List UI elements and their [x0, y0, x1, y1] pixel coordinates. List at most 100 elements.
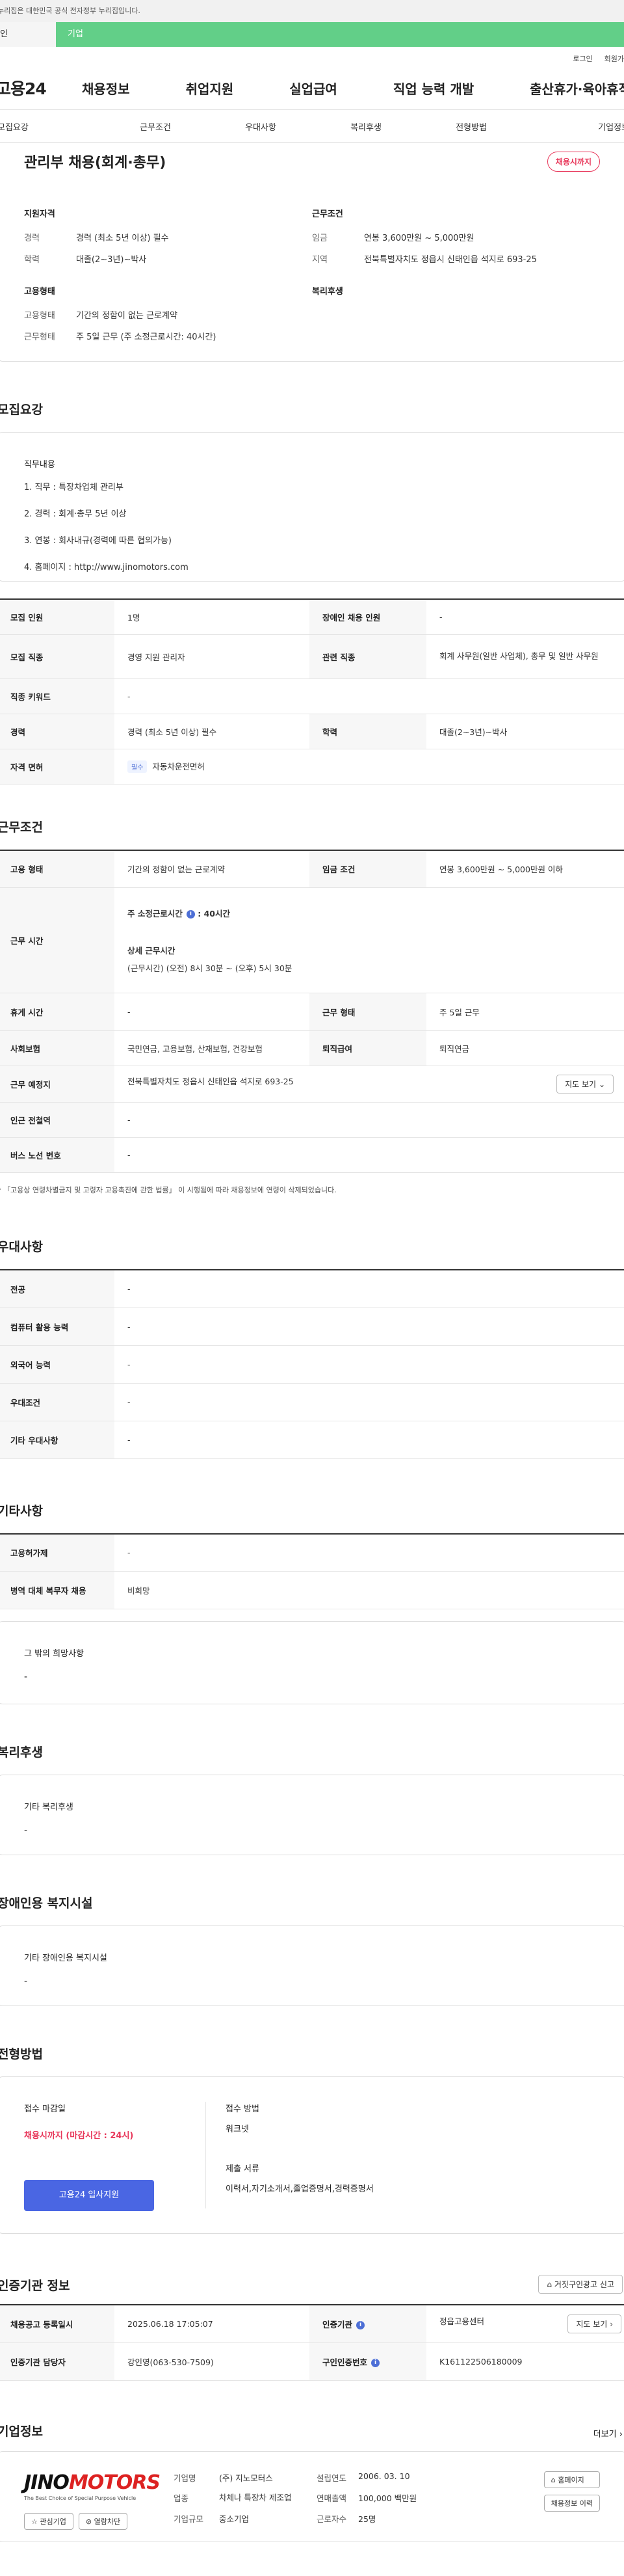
retire-value: 퇴직연금 [426, 1030, 624, 1066]
more-link-label: 더보기 [593, 2429, 617, 2439]
keyword-value: - [114, 678, 624, 714]
logo-text-b: MOTORS [68, 2471, 161, 2494]
tab-company[interactable]: 기업 [56, 22, 624, 47]
disabled-label: 장애인 채용 인원 [309, 598, 426, 635]
pref-cond-value: - [114, 1383, 624, 1421]
gov-banner-text: 누리집은 대한민국 공식 전자정부 누리집입니다. [0, 7, 140, 15]
table-row: 모집 인원 1명 장애인 채용 인원 - [0, 598, 624, 635]
headcount-label: 모집 인원 [0, 598, 114, 635]
map-button[interactable]: 지도 보기 ⌄ [556, 1075, 614, 1093]
hours-detail-value: (근무시간) (오전) 8시 30분 ~ (오후) 5시 30분 [127, 963, 292, 973]
cond-heading: 근무조건 [312, 209, 343, 219]
apply-button[interactable]: 고용24 입사지원 [24, 2180, 154, 2211]
reg-label: 채용공고 등록일시 [0, 2304, 114, 2343]
org-text: 정읍고용센터 [439, 2316, 485, 2326]
company-title: 기업정보 [0, 2424, 43, 2439]
tab-personal[interactable]: 인 [0, 22, 56, 47]
logo-subtitle: The Best Choice of Special Purpose Vehic… [24, 2495, 136, 2501]
chevron-right-icon: › [610, 2319, 613, 2329]
gnb-item-training[interactable]: 직업 능력 개발 [393, 79, 474, 98]
chevron-down-icon: ⌄ [598, 1080, 605, 1089]
station-value: - [114, 1102, 624, 1138]
edu-row-value: 대졸(2~3년)~박사 [426, 714, 624, 749]
job-value: 경영 지원 관리자 [114, 634, 309, 679]
site-logo[interactable]: 고용24 [0, 76, 77, 100]
block-label: 열람차단 [94, 2517, 121, 2526]
info-icon[interactable]: i [186, 910, 195, 919]
logo-text-a: JINO [24, 2471, 70, 2494]
table-row: 고용 형태 기간의 정함이 없는 근로계약 임금 조건 연봉 3,600만원 ~ 5… [0, 849, 624, 888]
deadline-value: 채용시까지 (마감시간 : 24시) [24, 2131, 134, 2141]
info-icon[interactable]: i [356, 2320, 365, 2329]
process-title: 전형방법 [0, 2047, 43, 2061]
industry-value: 차체나 특장차 제조업 [219, 2492, 292, 2502]
form-label: 근무 형태 [309, 993, 426, 1031]
emp-type-row-value: 기간의 정함이 없는 근로계약 [114, 849, 309, 888]
agency-map-label: 지도 보기 [576, 2319, 608, 2329]
report-button-label: 거짓구인광고 신고 [554, 2280, 614, 2289]
license-value: 필수 자동차운전면허 [114, 749, 624, 785]
agency-map-button[interactable]: 지도 보기 › [567, 2314, 621, 2333]
history-button[interactable]: 채용정보 이력 [543, 2494, 600, 2512]
block-button[interactable]: ⊘ 열람차단 [78, 2512, 128, 2530]
license-text: 자동차운전면허 [152, 762, 205, 771]
report-button[interactable]: ⌂ 거짓구인광고 신고 [538, 2275, 623, 2294]
subtab-pref[interactable]: 우대사항 [208, 120, 313, 133]
bus-label: 버스 노선 번호 [0, 1137, 114, 1173]
table-row: 모집 직종 경영 지원 관리자 관련 직종 회계 사무원(일반 사업체), 총무 및… [0, 634, 624, 679]
age-note: * 「고용상 연령차별금지 및 고령자 고용촉진에 관한 법률」 이 시행됨에 … [0, 1186, 337, 1194]
language-value: - [114, 1345, 624, 1384]
more-link[interactable]: 더보기 › [593, 2427, 623, 2439]
gnb-item-benefit[interactable]: 실업급여 [289, 79, 337, 98]
job-label: 모집 직종 [0, 634, 114, 679]
table-row: 병역 대체 복무자 채용 비희망 [0, 1571, 624, 1609]
table-row: 기타 우대사항 - [0, 1421, 624, 1459]
method-value: 워크넷 [226, 2125, 249, 2134]
welfare-box-value: - [24, 1825, 28, 1836]
subtab-process[interactable]: 전형방법 [419, 120, 524, 133]
work-form-label: 근무형태 [24, 332, 55, 342]
recruit-title: 모집요강 [0, 403, 43, 417]
hours-value: 주 소정근로시간 i : 40시간 상세 근무시간 (근무시간) (오전) 8시 … [114, 887, 624, 993]
duty-line: 4. 홈페이지 : http://www.jinomotors.com [24, 563, 188, 572]
subtab-company[interactable]: 기업정보 [524, 120, 624, 133]
cert-num-value: K161122506180009 [426, 2342, 624, 2381]
keyword-label: 직종 키워드 [0, 678, 114, 714]
join-link[interactable]: 회원가 [604, 55, 624, 63]
login-link[interactable]: 로그인 [573, 55, 592, 63]
edu-label: 학력 [24, 255, 40, 265]
computer-label: 컴퓨터 활용 능력 [0, 1308, 114, 1346]
etc-table: 고용허가제 - 병역 대체 복무자 채용 비희망 [0, 1533, 624, 1609]
homepage-button[interactable]: ⌂ 홈페이지 [543, 2471, 600, 2488]
computer-value: - [114, 1308, 624, 1346]
subtab-welfare[interactable]: 복리후생 [313, 120, 419, 133]
subtab-recruit[interactable]: 모집요강 [0, 120, 103, 133]
area-label: 지역 [312, 255, 328, 265]
gnb-item-jobs[interactable]: 채용정보 [82, 79, 130, 98]
section-tabs: 모집요강 근무조건 우대사항 복리후생 전형방법 기업정보 [0, 109, 624, 143]
related-value: 회계 사무원(일반 사업체), 총무 및 일반 사무원 [426, 634, 624, 679]
manager-value: 강인영(063-530-7509) [114, 2342, 309, 2381]
welfare-box: 기타 복리후생 - [0, 1775, 624, 1855]
size-label: 기업규모 [174, 2514, 204, 2524]
job-title: 관리부 채용(회계·총무) [24, 155, 166, 171]
size-value: 중소기업 [219, 2514, 250, 2524]
info-icon[interactable]: i [371, 2358, 380, 2367]
est-label: 설립연도 [317, 2473, 347, 2483]
gnb-item-support[interactable]: 취업지원 [186, 79, 234, 98]
pref-cond-label: 우대조건 [0, 1383, 114, 1421]
org-value: 정읍고용센터 지도 보기 › [426, 2304, 624, 2343]
place-text: 전북특별자치도 정읍시 신태인읍 석지로 693-25 [127, 1077, 294, 1086]
duty-line: 2. 경력 : 회계·총무 5년 이상 [24, 509, 127, 519]
duty-line: 3. 연봉 : 회사내규(경력에 따른 협의가능) [24, 536, 172, 546]
disabled-value: - [426, 598, 624, 635]
facility-box: 기타 장애인용 복지시설 - [0, 1925, 624, 2006]
interest-button[interactable]: ☆ 관심기업 [24, 2512, 73, 2530]
table-row: 채용공고 등록일시 2025.06.18 17:05:07 인증기관 i 정읍고용센… [0, 2304, 624, 2343]
career-row-label: 경력 [0, 714, 114, 749]
gnb-item-leave[interactable]: 출산휴가·육아휴직 [530, 79, 624, 98]
subtab-work[interactable]: 근무조건 [103, 120, 208, 133]
table-row: 직종 키워드 - [0, 678, 624, 714]
facility-heading: 기타 장애인용 복지시설 [24, 1953, 107, 1963]
org-label-text: 인증기관 [322, 2319, 353, 2329]
